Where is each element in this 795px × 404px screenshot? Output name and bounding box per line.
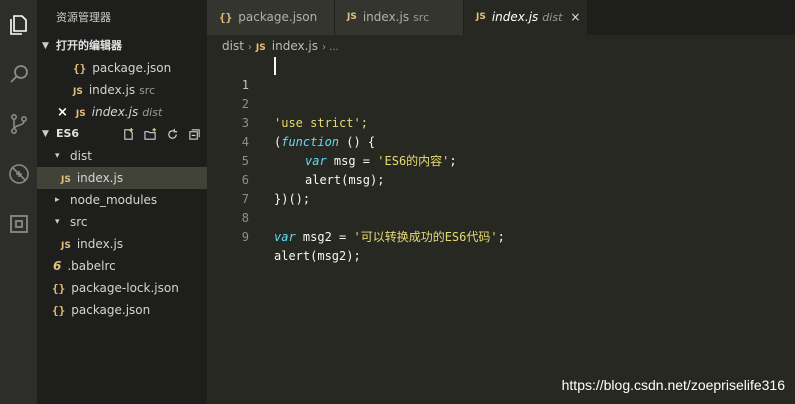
close-icon[interactable]: ×	[570, 0, 580, 35]
chevron-down-icon: ▼	[42, 41, 49, 51]
line-number: 9	[241, 230, 249, 244]
breadcrumb-trail[interactable]: › ...	[322, 42, 339, 53]
code-text: ;	[497, 230, 505, 244]
tree-folder-node-modules[interactable]: ▸ node_modules	[37, 189, 207, 211]
refresh-icon[interactable]	[166, 128, 179, 141]
json-file-icon: {}	[73, 62, 87, 75]
chevron-right-icon: ›	[247, 42, 252, 53]
file-name: index.js	[88, 83, 136, 97]
open-editors-section[interactable]: ▼ 打开的编辑器	[37, 35, 207, 57]
project-label: ES6	[56, 127, 80, 140]
tree-file-dist-index[interactable]: JS index.js	[37, 167, 207, 189]
tab-path-hint: dist	[542, 11, 563, 24]
breadcrumb-file[interactable]: index.js	[272, 39, 318, 53]
chevron-down-icon: ▼	[42, 129, 49, 139]
sidebar-title: 资源管理器	[56, 11, 111, 24]
file-name: index.js	[76, 171, 124, 185]
tab-package-json[interactable]: {} package.json	[207, 0, 335, 35]
tree-file-src-index[interactable]: JS index.js	[37, 233, 207, 255]
editor-tabs: {} package.json JS index.js src JS index.js d…	[207, 0, 795, 35]
code-editor[interactable]: 1 'use strict'; 2 3 (function () { 4 var…	[207, 57, 795, 404]
js-file-icon: JS	[61, 241, 71, 251]
tree-file-package-lock[interactable]: {} package-lock.json	[37, 277, 207, 299]
code-line: 8 var msg2 = '可以转换成功的ES6代码';	[207, 190, 795, 244]
text-cursor	[274, 57, 276, 75]
folder-name: node_modules	[70, 193, 158, 207]
tree-folder-src[interactable]: ▾ src	[37, 211, 207, 233]
tab-label: package.json	[238, 10, 318, 24]
tab-index-dist[interactable]: JS index.js dist ×	[464, 0, 588, 35]
folder-name: dist	[70, 149, 92, 163]
json-file-icon: {}	[219, 11, 233, 24]
code-line: 2	[207, 76, 795, 111]
code-line: 5 alert(msg);	[207, 133, 795, 187]
file-path-hint: src	[139, 84, 156, 97]
json-file-icon: {}	[52, 282, 66, 295]
chevron-down-icon: ▾	[55, 151, 60, 161]
search-icon[interactable]	[0, 55, 37, 92]
tab-label: index.js	[362, 10, 410, 24]
tab-label: index.js	[491, 10, 539, 24]
collapse-all-icon[interactable]	[188, 128, 201, 141]
code-line: 3 (function () {	[207, 95, 795, 149]
watermark-text: https://blog.csdn.net/zoepriselife316	[561, 377, 785, 393]
file-path-hint: dist	[142, 106, 163, 119]
code-line: 9 alert(msg2);	[207, 209, 795, 263]
extensions-icon[interactable]	[0, 205, 37, 242]
tab-path-hint: src	[413, 11, 430, 24]
new-folder-icon[interactable]	[144, 127, 157, 141]
file-name: .babelrc	[67, 259, 116, 273]
code-text: alert(msg2);	[274, 249, 361, 263]
open-editor-item-active[interactable]: × JS index.js dist	[37, 101, 207, 123]
open-editor-item[interactable]: {} package.json	[37, 57, 207, 79]
file-name: package.json	[71, 303, 151, 317]
explorer-icon[interactable]	[0, 6, 37, 43]
code-text: msg2 =	[295, 230, 354, 244]
activity-bar	[0, 0, 37, 404]
new-file-icon[interactable]	[122, 127, 135, 141]
tree-file-package-json[interactable]: {} package.json	[37, 299, 207, 321]
tree-file-babelrc[interactable]: 6 .babelrc	[37, 255, 207, 277]
tree-folder-dist[interactable]: ▾ dist	[37, 145, 207, 167]
js-file-icon: JS	[476, 12, 486, 22]
js-file-icon: JS	[255, 43, 266, 53]
close-icon[interactable]: ×	[57, 105, 68, 120]
breadcrumb-folder[interactable]: dist	[222, 39, 244, 53]
file-name: package-lock.json	[71, 281, 179, 295]
open-editors-label: 打开的编辑器	[56, 39, 122, 52]
chevron-down-icon: ▾	[55, 217, 60, 227]
js-file-icon: JS	[73, 87, 83, 97]
code-line: 4 var msg = 'ES6的内容';	[207, 114, 795, 168]
project-section[interactable]: ▼ ES6	[37, 123, 207, 145]
code-keyword: var	[274, 230, 296, 244]
chevron-right-icon: ▸	[55, 195, 60, 205]
open-editor-item[interactable]: JS index.js src	[37, 79, 207, 101]
js-file-icon: JS	[75, 109, 86, 119]
breadcrumb: dist › JS index.js › ...	[207, 35, 795, 57]
tab-index-src[interactable]: JS index.js src	[335, 0, 464, 35]
debug-icon[interactable]	[0, 155, 37, 192]
code-line: 6 })();	[207, 152, 795, 206]
code-line: 7	[207, 171, 795, 206]
js-file-icon: JS	[347, 12, 357, 22]
file-name: index.js	[91, 105, 139, 119]
babel-file-icon: 6	[53, 259, 62, 273]
source-control-icon[interactable]	[0, 105, 37, 142]
folder-name: src	[70, 215, 88, 229]
file-name: package.json	[92, 61, 172, 75]
code-line: 1 'use strict';	[207, 57, 795, 130]
file-name: index.js	[76, 237, 124, 251]
json-file-icon: {}	[52, 304, 66, 317]
explorer-sidebar: 资源管理器 ▼ 打开的编辑器 {} package.json JS index.js…	[37, 0, 207, 404]
js-file-icon: JS	[61, 175, 71, 185]
code-string: '可以转换成功的ES6代码'	[353, 230, 498, 244]
